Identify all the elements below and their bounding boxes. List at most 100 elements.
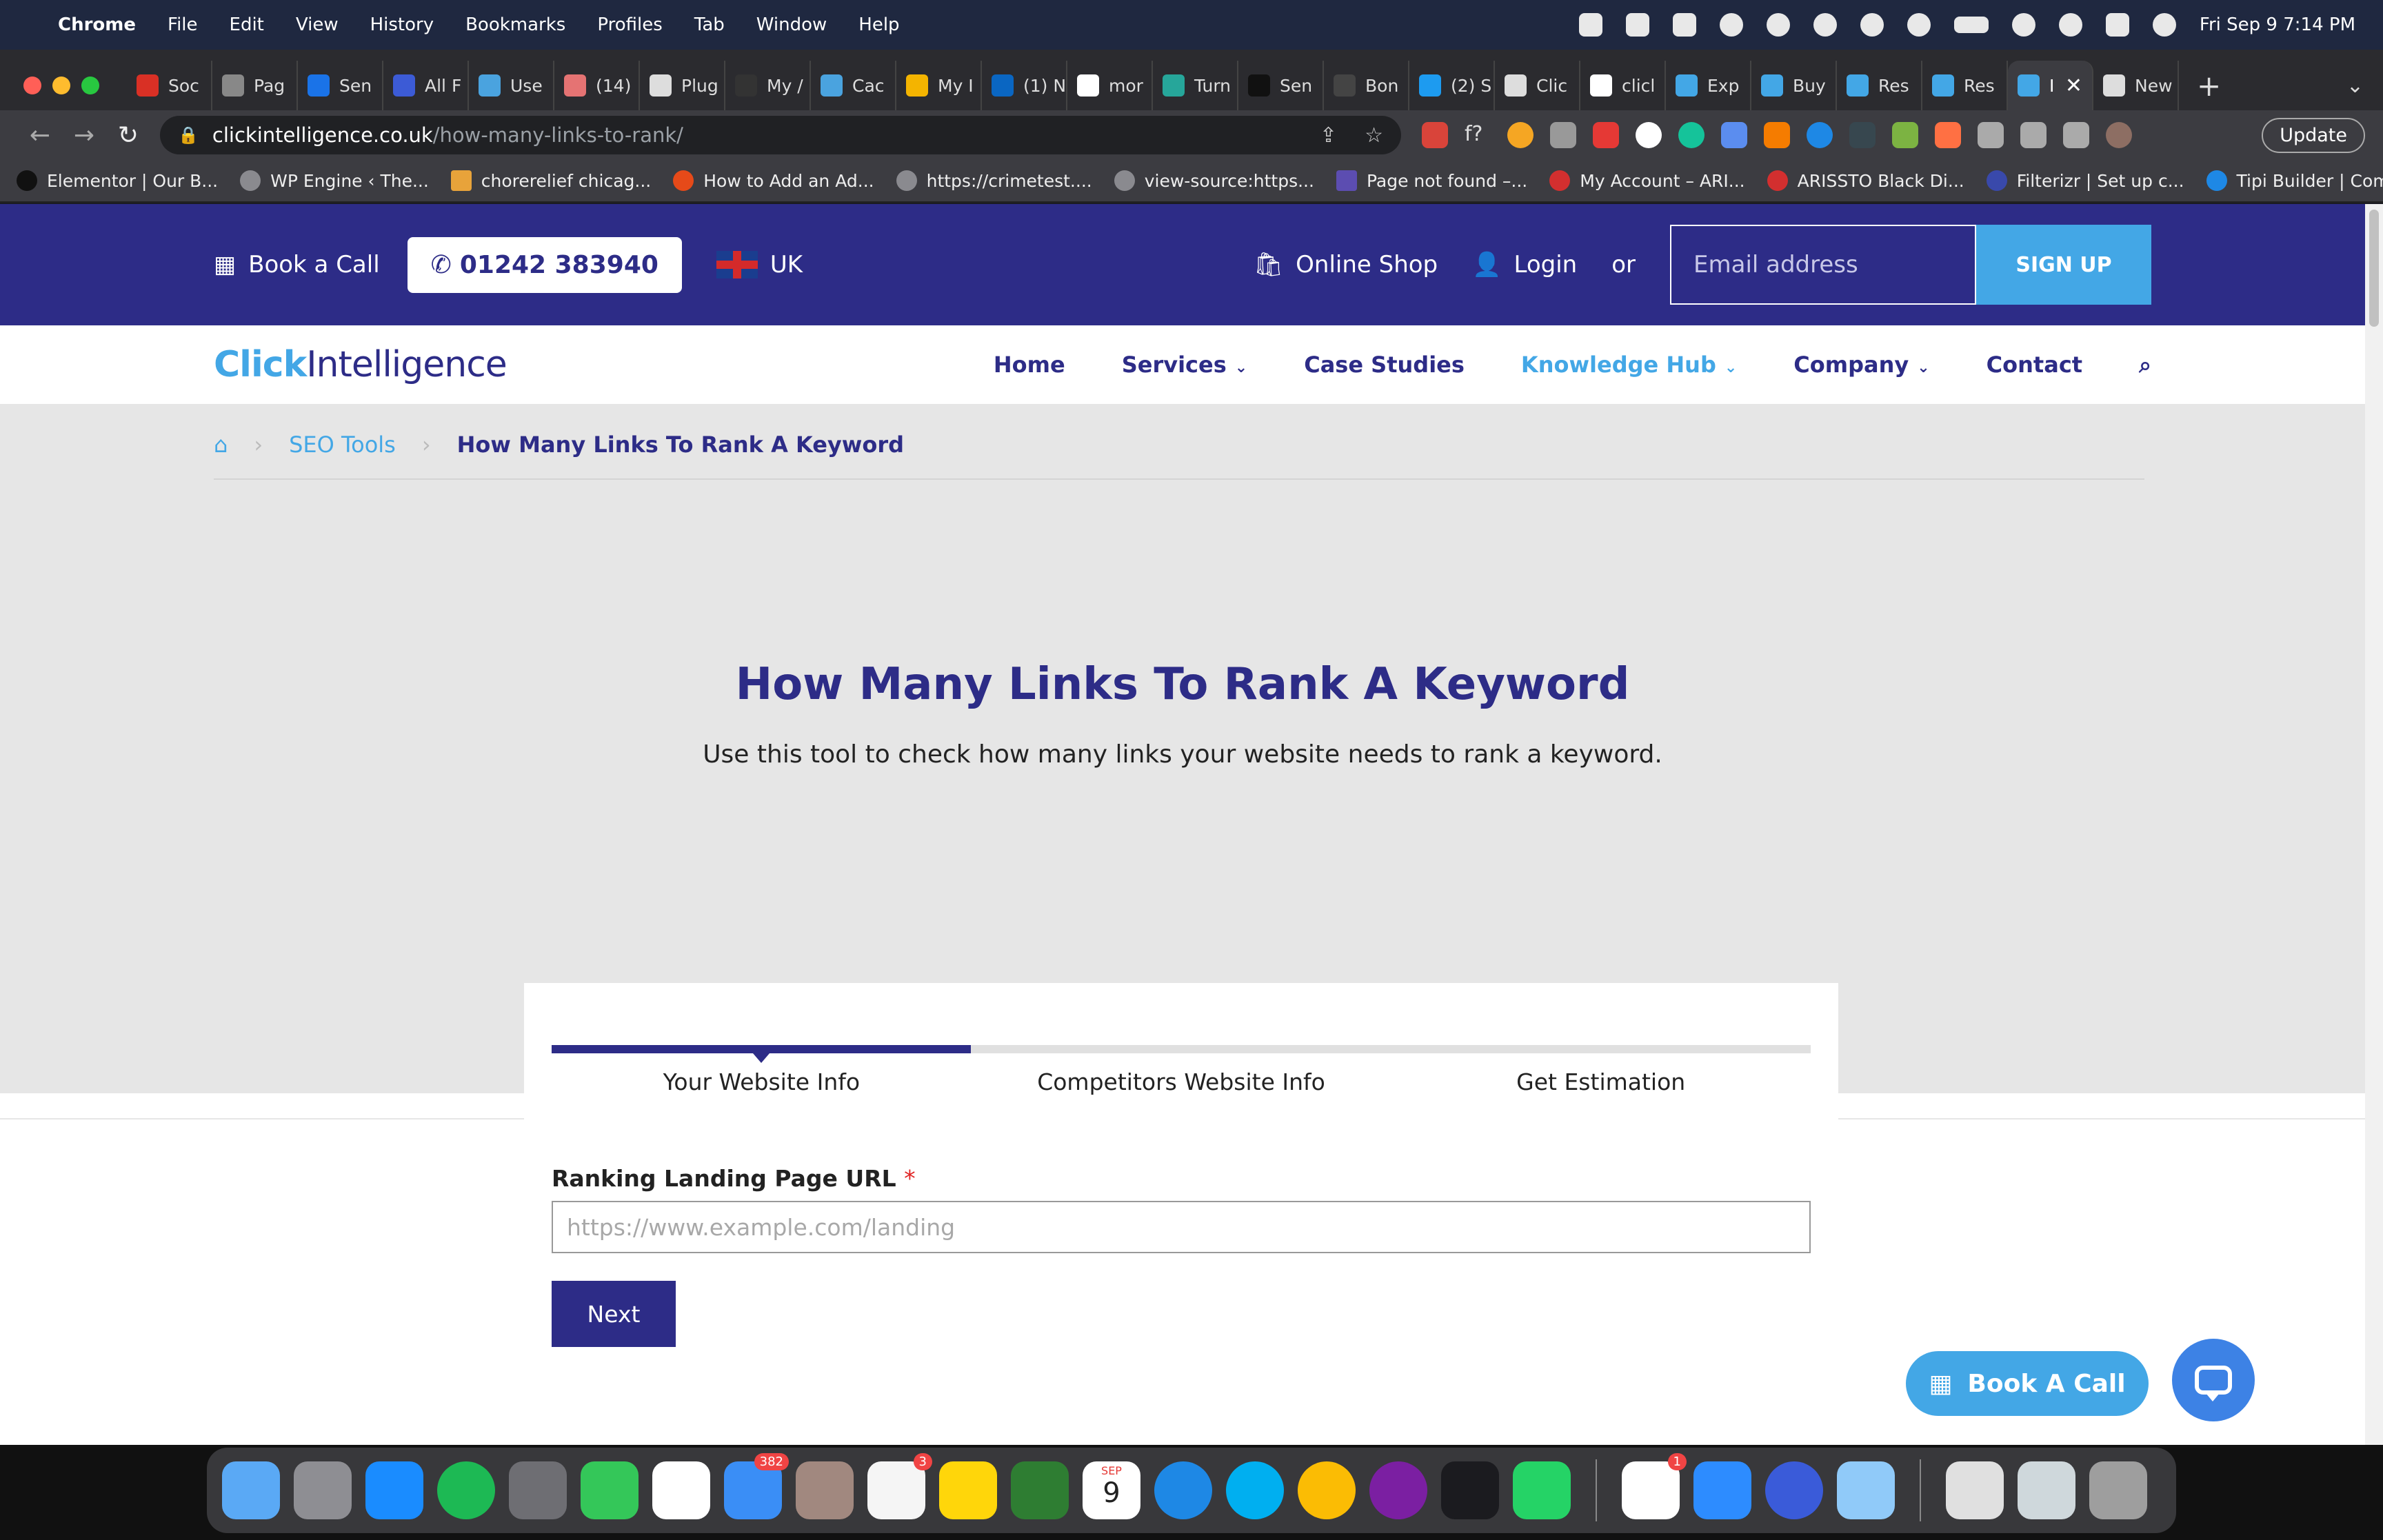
phpstorm-icon[interactable]	[1441, 1461, 1499, 1519]
bookmark-star-icon[interactable]: ☆	[1365, 123, 1383, 148]
reading-list-icon[interactable]	[2020, 122, 2047, 148]
browser-tab[interactable]: My /	[725, 61, 811, 110]
next-button[interactable]: Next	[552, 1281, 676, 1347]
browser-tab[interactable]: Exp	[1666, 61, 1751, 110]
region-selector[interactable]: UK	[716, 251, 803, 278]
menu-edit[interactable]: Edit	[230, 14, 264, 35]
bookmark-item[interactable]: How to Add an Ad...	[673, 170, 874, 191]
close-tab-icon[interactable]: ✕	[2065, 74, 2082, 98]
zoom-window-button[interactable]	[81, 77, 99, 94]
phone-button[interactable]: ✆ 01242 383940	[407, 236, 682, 293]
safari-icon[interactable]	[1154, 1461, 1212, 1519]
puzzle-extensions-icon[interactable]	[1978, 122, 2004, 148]
extension-icon[interactable]	[1507, 122, 1534, 148]
spotlight-icon[interactable]	[2058, 13, 2082, 37]
nav-contact[interactable]: Contact	[1987, 352, 2082, 378]
mail-icon[interactable]: 382	[724, 1453, 789, 1519]
scrollbar-thumb[interactable]	[2369, 210, 2379, 327]
extension-icon[interactable]: f?	[1465, 122, 1491, 148]
timing-icon[interactable]	[1765, 1461, 1823, 1519]
extension-icon[interactable]	[1636, 122, 1662, 148]
play-status-icon[interactable]	[1813, 13, 1837, 37]
sourcetree-icon[interactable]	[1011, 1461, 1069, 1519]
bolt-status-icon[interactable]	[1860, 13, 1884, 37]
nav-case-studies[interactable]: Case Studies	[1304, 352, 1465, 378]
chrome-update-button[interactable]: Update	[2262, 117, 2365, 153]
step-get-estimation[interactable]: Get Estimation	[1391, 1068, 1811, 1095]
chrome-icon[interactable]	[1298, 1461, 1356, 1519]
photos-icon[interactable]	[652, 1461, 710, 1519]
extension-icon[interactable]	[1892, 122, 1918, 148]
sign-up-button[interactable]: SIGN UP	[1976, 225, 2151, 305]
siri-icon[interactable]	[2152, 13, 2176, 37]
browser-tab[interactable]: Cac	[811, 61, 896, 110]
trash-icon[interactable]	[2089, 1461, 2147, 1519]
search-icon[interactable]: ⌕	[2139, 352, 2151, 378]
timer-status-icon[interactable]	[1766, 13, 1790, 37]
whatsapp-icon[interactable]	[1513, 1461, 1571, 1519]
bookmark-item[interactable]: My Account – ARI...	[1549, 170, 1745, 191]
browser-tab[interactable]: (1) N	[982, 61, 1067, 110]
browser-tab[interactable]: Clic	[1495, 61, 1580, 110]
browser-tab[interactable]: mor	[1067, 61, 1153, 110]
browser-tab[interactable]: Use	[469, 61, 554, 110]
screenshots-stack-icon[interactable]	[2018, 1461, 2075, 1519]
tab-search-chevron-icon[interactable]: ⌄	[2346, 74, 2364, 98]
control-center-icon[interactable]	[2105, 13, 2129, 37]
app-store-icon[interactable]	[365, 1461, 423, 1519]
address-bar[interactable]: 🔒 clickintelligence.co.uk/how-many-links…	[160, 116, 1401, 154]
browser-tab[interactable]: All F	[383, 61, 469, 110]
step-competitors-website-info[interactable]: Competitors Website Info	[972, 1068, 1391, 1095]
reload-icon[interactable]: ↻	[106, 121, 150, 150]
landing-url-input[interactable]	[552, 1201, 1811, 1253]
side-panel-icon[interactable]	[2063, 122, 2089, 148]
menu-view[interactable]: View	[296, 14, 339, 35]
calendar-app-icon[interactable]: SEP 9	[1083, 1461, 1140, 1519]
menu-window[interactable]: Window	[756, 14, 827, 35]
share-icon[interactable]: ⇪	[1320, 123, 1337, 148]
browser-tab-active[interactable]: I ✕	[2008, 61, 2093, 110]
zoom-icon[interactable]	[1693, 1461, 1751, 1519]
contacts-icon[interactable]	[796, 1461, 854, 1519]
browser-tab[interactable]: Sen	[298, 61, 383, 110]
browser-tab[interactable]: (14)	[554, 61, 640, 110]
home-icon[interactable]: ⌂	[214, 432, 228, 458]
preview-icon[interactable]	[1837, 1461, 1895, 1519]
nav-company[interactable]: Company ⌄	[1793, 352, 1929, 378]
chat-launcher-button[interactable]	[2172, 1339, 2255, 1421]
extension-icon[interactable]	[1422, 122, 1448, 148]
menu-help[interactable]: Help	[858, 14, 899, 35]
media-status-icon[interactable]	[1907, 13, 1931, 37]
bookmark-item[interactable]: chorerelief chicag...	[450, 170, 651, 191]
launchpad-icon[interactable]	[294, 1461, 352, 1519]
nav-services[interactable]: Services ⌄	[1122, 352, 1248, 378]
messages-icon[interactable]	[581, 1461, 639, 1519]
nav-home[interactable]: Home	[994, 352, 1065, 378]
browser-tab[interactable]: Sen	[1238, 61, 1324, 110]
browser-tab[interactable]: Pag	[212, 61, 298, 110]
browser-tab[interactable]: Soc	[127, 61, 212, 110]
extension-icon[interactable]	[1550, 122, 1576, 148]
spotify-icon[interactable]	[437, 1461, 495, 1519]
menu-bookmarks[interactable]: Bookmarks	[465, 14, 565, 35]
menu-app-name[interactable]: Chrome	[58, 14, 136, 35]
book-call-link[interactable]: ▦ Book a Call	[214, 251, 380, 278]
floating-book-call-button[interactable]: ▦ Book A Call	[1906, 1351, 2149, 1416]
site-logo[interactable]: ClickIntelligence	[214, 344, 507, 385]
back-arrow-icon[interactable]: ←	[18, 121, 62, 150]
bookmark-item[interactable]: view-source:https...	[1114, 170, 1314, 191]
extension-icon[interactable]	[1849, 122, 1876, 148]
dropbox-status-icon[interactable]	[1719, 13, 1743, 37]
step-your-website-info[interactable]: Your Website Info	[552, 1068, 972, 1095]
login-link[interactable]: 👤 Login	[1472, 251, 1577, 278]
grammarly-extension-icon[interactable]	[1678, 122, 1705, 148]
minimize-window-button[interactable]	[52, 77, 70, 94]
bookmark-item[interactable]: ARISSTO Black Di...	[1767, 170, 1964, 191]
menu-clock[interactable]: Fri Sep 9 7:14 PM	[2200, 14, 2355, 35]
extension-icon[interactable]	[1721, 122, 1747, 148]
slack-icon[interactable]: 1	[1622, 1453, 1687, 1519]
breadcrumb-seo-tools[interactable]: SEO Tools	[289, 432, 396, 458]
browser-tab[interactable]: Plug	[640, 61, 725, 110]
check-status-icon[interactable]	[1672, 13, 1696, 37]
browser-tab[interactable]: Bon	[1324, 61, 1409, 110]
